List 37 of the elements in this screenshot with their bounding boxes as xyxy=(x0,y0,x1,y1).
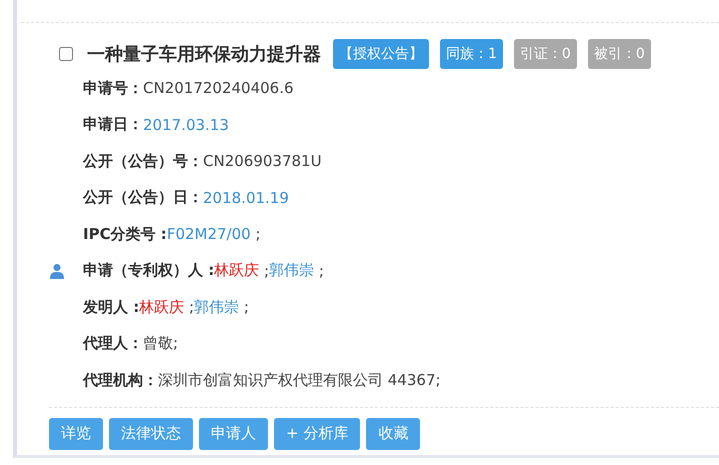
action-button[interactable]: 详览 xyxy=(49,418,103,450)
field-value: 郭伟崇 xyxy=(194,298,240,317)
field-value: 2018.01.19 xyxy=(203,188,289,207)
field-label: 代理机构： xyxy=(83,370,158,390)
field-value: 2017.03.13 xyxy=(143,116,229,134)
field-value: CN206903781U xyxy=(203,152,322,170)
count-badge[interactable]: 同族：1 xyxy=(440,39,503,69)
person-icon xyxy=(49,262,65,279)
count-badge[interactable]: 【授权公告】 xyxy=(333,39,429,69)
action-button[interactable]: 法律状态 xyxy=(109,418,193,450)
action-button[interactable]: + 分析库 xyxy=(274,418,360,450)
field-value: 曾敬; xyxy=(143,334,178,354)
field-label: 公开（公告）日： xyxy=(83,188,203,208)
field-label: 代理人： xyxy=(83,334,143,354)
action-button[interactable]: 收藏 xyxy=(366,418,420,450)
field-label: 发明人 : xyxy=(83,298,140,317)
patent-title[interactable]: 一种量子车用环保动力提升器 xyxy=(87,42,321,66)
field-value: ; xyxy=(263,262,270,280)
action-button[interactable]: 申请人 xyxy=(199,418,268,450)
field-value: 郭伟崇 xyxy=(269,261,314,280)
field-value: 林跃庆 xyxy=(139,298,184,317)
field-value: 林跃庆 xyxy=(214,261,260,280)
field-value: ; xyxy=(188,298,194,316)
field-value: 深圳市创富知识产权代理有限公司 44367; xyxy=(158,370,441,390)
field-value: ; xyxy=(318,262,324,280)
field-value: CN201720240406.6 xyxy=(143,79,294,98)
field-label: 申请（专利权）人 : xyxy=(83,261,214,280)
field-value: ; xyxy=(254,225,261,244)
count-badge[interactable]: 引证：0 xyxy=(514,39,577,69)
select-checkbox[interactable] xyxy=(59,47,73,61)
field-value: F02M27/00 xyxy=(166,225,251,244)
field-label: 公开（公告）号： xyxy=(83,152,203,171)
field-label: IPC分类号 : xyxy=(83,224,167,244)
field-label: 申请号： xyxy=(83,78,143,98)
field-value: ; xyxy=(242,298,249,316)
field-label: 申请日： xyxy=(83,115,143,134)
count-badge[interactable]: 被引：0 xyxy=(588,39,651,69)
